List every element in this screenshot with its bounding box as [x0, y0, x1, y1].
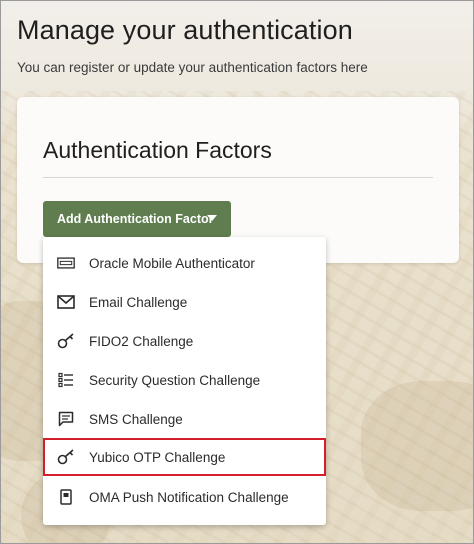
caret-down-icon: [207, 215, 217, 221]
menu-item-fido2-challenge[interactable]: FIDO2 Challenge: [43, 322, 326, 360]
add-authentication-factor-label: Add Authentication Factor: [57, 212, 214, 226]
phone-notification-icon: [57, 488, 75, 506]
card-divider: [43, 177, 433, 178]
menu-item-label: FIDO2 Challenge: [89, 333, 194, 349]
menu-item-label: Oracle Mobile Authenticator: [89, 255, 255, 271]
menu-item-label: Yubico OTP Challenge: [89, 449, 226, 465]
menu-item-yubico-otp-challenge[interactable]: Yubico OTP Challenge: [43, 438, 326, 476]
chat-bubble-icon: [57, 410, 75, 428]
key-icon: [57, 448, 75, 466]
list-icon: [57, 371, 75, 389]
menu-item-email-challenge[interactable]: Email Challenge: [43, 283, 326, 321]
menu-item-label: OMA Push Notification Challenge: [89, 489, 289, 505]
menu-item-oma-push-notification-challenge[interactable]: OMA Push Notification Challenge: [43, 478, 326, 516]
mobile-authenticator-icon: [57, 254, 75, 272]
card-title: Authentication Factors: [43, 137, 272, 163]
add-authentication-factor-button[interactable]: Add Authentication Factor: [43, 201, 231, 237]
authentication-factor-menu: Oracle Mobile Authenticator Email Challe…: [43, 237, 326, 525]
menu-item-label: Security Question Challenge: [89, 372, 261, 388]
envelope-icon: [57, 293, 75, 311]
menu-item-label: Email Challenge: [89, 294, 188, 310]
menu-item-sms-challenge[interactable]: SMS Challenge: [43, 400, 326, 438]
menu-item-label: SMS Challenge: [89, 411, 183, 427]
key-icon: [57, 332, 75, 350]
background-shape: [361, 381, 473, 511]
page-title: Manage your authentication: [17, 15, 353, 45]
menu-item-security-question-challenge[interactable]: Security Question Challenge: [43, 361, 326, 399]
page-frame: Manage your authentication You can regis…: [0, 0, 474, 544]
page-subtitle: You can register or update your authenti…: [17, 60, 368, 75]
menu-item-oracle-mobile-authenticator[interactable]: Oracle Mobile Authenticator: [43, 244, 326, 282]
